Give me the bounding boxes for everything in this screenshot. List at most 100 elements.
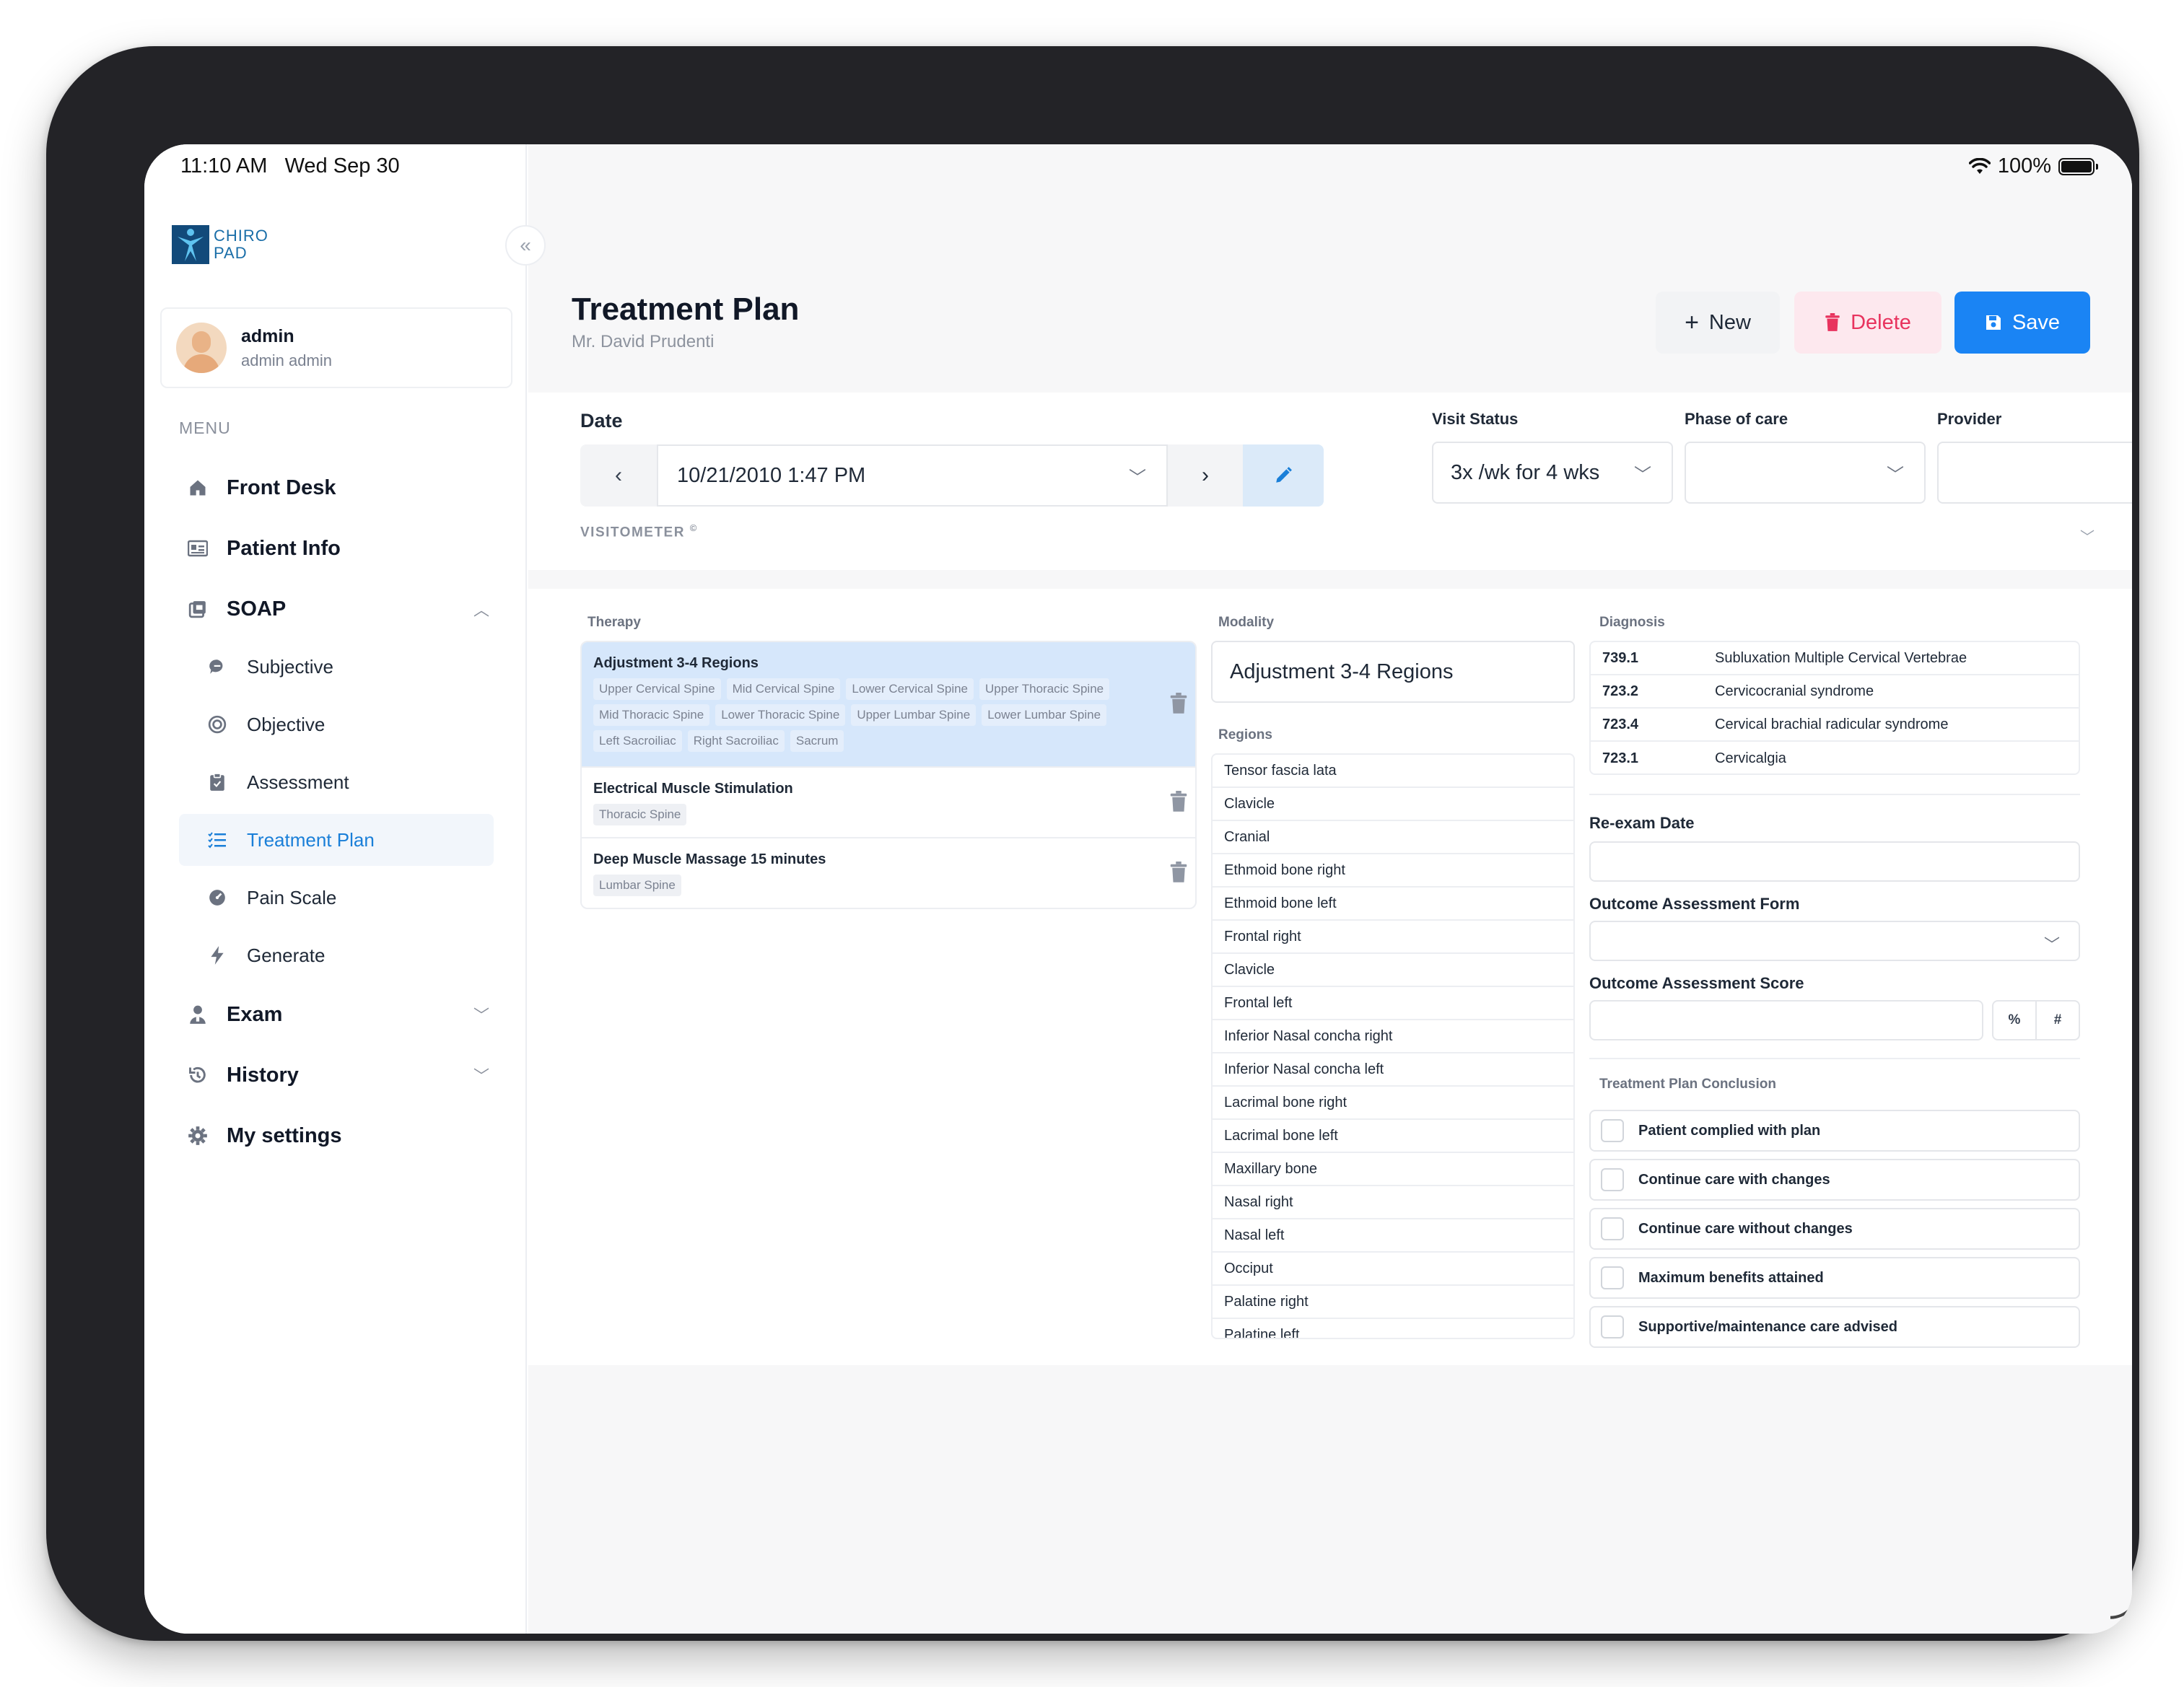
diagnosis-code: 723.1	[1602, 750, 1639, 766]
checkbox[interactable]	[1601, 1266, 1624, 1289]
outcome-form-select[interactable]: ﹀	[1589, 921, 2080, 961]
diagnosis-row[interactable]: 739.1 Subluxation Multiple Cervical Verte…	[1591, 642, 2079, 675]
save-button[interactable]: Save	[1954, 292, 2090, 354]
logo-mark	[172, 225, 209, 264]
diagnosis-code: 723.4	[1602, 716, 1639, 732]
id-card-icon	[186, 537, 209, 560]
conclusion-option[interactable]: Continue care without changes	[1589, 1208, 2080, 1250]
region-item[interactable]: Inferior Nasal concha right	[1213, 1020, 1573, 1053]
phase-of-care-select[interactable]: ﹀	[1685, 442, 1926, 504]
region-item[interactable]: Frontal left	[1213, 987, 1573, 1020]
floppy-icon	[1986, 315, 2001, 330]
sidebar-item-soap[interactable]: SOAP ︿	[179, 583, 497, 635]
sidebar-subitem-pain-scale[interactable]: Pain Scale	[179, 872, 494, 924]
outcome-score-input[interactable]	[1589, 1000, 1983, 1040]
edit-date-button[interactable]	[1243, 444, 1324, 507]
status-bar: 11:10 AM Wed Sep 30 100%	[144, 144, 2132, 192]
user-card[interactable]: admin admin admin	[160, 307, 512, 388]
collapse-sidebar-button[interactable]: «	[505, 225, 546, 266]
region-item[interactable]: Ethmoid bone right	[1213, 854, 1573, 888]
conclusion-option[interactable]: Patient complied with plan	[1589, 1110, 2080, 1152]
conclusion-option-label: Maximum benefits attained	[1638, 1269, 1824, 1286]
provider-label: Provider	[1937, 410, 2002, 428]
region-item[interactable]: Nasal right	[1213, 1186, 1573, 1219]
sidebar-item-front-desk[interactable]: Front Desk	[179, 462, 497, 514]
trash-icon[interactable]	[1169, 693, 1188, 714]
chevron-right-icon: ›	[1202, 463, 1209, 487]
therapy-title: Adjustment 3-4 Regions	[593, 655, 759, 671]
region-item[interactable]: Maxillary bone	[1213, 1153, 1573, 1186]
conclusion-option[interactable]: Maximum benefits attained	[1589, 1257, 2080, 1299]
sidebar-subitem-generate[interactable]: Generate	[179, 929, 494, 981]
region-item[interactable]: Lacrimal bone right	[1213, 1087, 1573, 1120]
sidebar-subitem-objective[interactable]: Objective	[179, 698, 494, 750]
region-item[interactable]: Frontal right	[1213, 921, 1573, 954]
region-tag: Lumbar Spine	[593, 875, 681, 896]
visit-status-select[interactable]: 3x /wk for 4 wks ﹀	[1432, 442, 1673, 504]
percent-toggle[interactable]: %	[1992, 1000, 2037, 1040]
sidebar-item-label: Front Desk	[227, 476, 336, 499]
chevron-down-icon[interactable]: ﹀	[2080, 525, 2095, 546]
diagnosis-row[interactable]: 723.1 Cervicalgia	[1591, 742, 2079, 774]
battery-icon	[2058, 157, 2098, 175]
outcome-form-label: Outcome Assessment Form	[1589, 895, 1800, 913]
pencil-icon	[1276, 467, 1292, 483]
sidebar-item-my-settings[interactable]: My settings	[179, 1110, 497, 1162]
new-button[interactable]: + New	[1656, 292, 1780, 354]
modality-label: Modality	[1218, 615, 1275, 630]
region-item[interactable]: Cranial	[1213, 821, 1573, 854]
number-toggle[interactable]: #	[2035, 1000, 2080, 1040]
conclusion-option-label: Continue care without changes	[1638, 1220, 1853, 1237]
region-tag: Sacrum	[790, 730, 844, 752]
checkbox[interactable]	[1601, 1119, 1624, 1142]
region-item[interactable]: Inferior Nasal concha left	[1213, 1053, 1573, 1087]
trash-icon[interactable]	[1169, 791, 1188, 812]
bolt-icon	[206, 945, 228, 966]
sidebar-item-history[interactable]: History ﹀	[179, 1049, 497, 1101]
next-visit-button[interactable]: ›	[1168, 444, 1243, 507]
region-tag: Lower Lumbar Spine	[982, 704, 1107, 726]
delete-button[interactable]: Delete	[1794, 292, 1941, 354]
region-item[interactable]: Tensor fascia lata	[1213, 755, 1573, 788]
region-item[interactable]: Lacrimal bone left	[1213, 1120, 1573, 1153]
region-tag: Left Sacroiliac	[593, 730, 682, 752]
modality-field[interactable]: Adjustment 3-4 Regions	[1211, 641, 1575, 703]
reexam-date-input[interactable]	[1589, 841, 2080, 882]
diagnosis-label: Diagnosis	[1599, 615, 1665, 630]
checkbox[interactable]	[1601, 1217, 1624, 1240]
region-item[interactable]: Occiput	[1213, 1253, 1573, 1286]
conclusion-option[interactable]: Continue care with changes	[1589, 1159, 2080, 1201]
tablet-frame: 11:10 AM Wed Sep 30 100% CHIRO PAD admin …	[46, 46, 2139, 1641]
sidebar-item-exam[interactable]: Exam ﹀	[179, 989, 497, 1040]
diagnosis-row[interactable]: 723.4 Cervical brachial radicular syndrom…	[1591, 709, 2079, 742]
visit-date-select[interactable]: 10/21/2010 1:47 PM ﹀	[657, 444, 1168, 507]
region-item[interactable]: Clavicle	[1213, 788, 1573, 821]
checkbox[interactable]	[1601, 1168, 1624, 1191]
conclusion-option-label: Continue care with changes	[1638, 1171, 1830, 1188]
diagnosis-row[interactable]: 723.2 Cervicocranial syndrome	[1591, 675, 2079, 709]
therapy-label: Therapy	[588, 615, 641, 630]
therapy-item[interactable]: Deep Muscle Massage 15 minutes Lumbar Sp…	[582, 838, 1195, 908]
region-item[interactable]: Ethmoid bone left	[1213, 888, 1573, 921]
sidebar-item-patient-info[interactable]: Patient Info	[179, 522, 497, 574]
divider	[1589, 1058, 2080, 1059]
region-item[interactable]: Nasal left	[1213, 1219, 1573, 1253]
region-item[interactable]: Palatine left	[1213, 1319, 1573, 1338]
region-item[interactable]: Clavicle	[1213, 954, 1573, 987]
conclusion-option[interactable]: Supportive/maintenance care advised	[1589, 1306, 2080, 1348]
sidebar-subitem-assessment[interactable]: Assessment	[179, 756, 494, 808]
app-logo[interactable]: CHIRO PAD	[172, 225, 268, 264]
sidebar-item-label: Patient Info	[227, 536, 341, 560]
sidebar-subitem-treatment-plan[interactable]: Treatment Plan	[179, 814, 494, 866]
previous-visit-button[interactable]: ‹	[580, 444, 657, 507]
provider-select[interactable]: ﹀	[1937, 442, 2132, 504]
doctor-icon	[186, 1003, 209, 1026]
outcome-score-label: Outcome Assessment Score	[1589, 974, 1804, 992]
trash-icon[interactable]	[1169, 862, 1188, 883]
sidebar-subitem-subjective[interactable]: Subjective	[179, 641, 494, 693]
therapy-item[interactable]: Electrical Muscle Stimulation Thoracic S…	[582, 768, 1195, 838]
therapy-item[interactable]: Adjustment 3-4 Regions Upper Cervical Sp…	[582, 642, 1195, 768]
visitometer-toggle[interactable]: VISITOMETER ©	[580, 522, 698, 540]
checkbox[interactable]	[1601, 1315, 1624, 1338]
region-item[interactable]: Palatine right	[1213, 1286, 1573, 1319]
